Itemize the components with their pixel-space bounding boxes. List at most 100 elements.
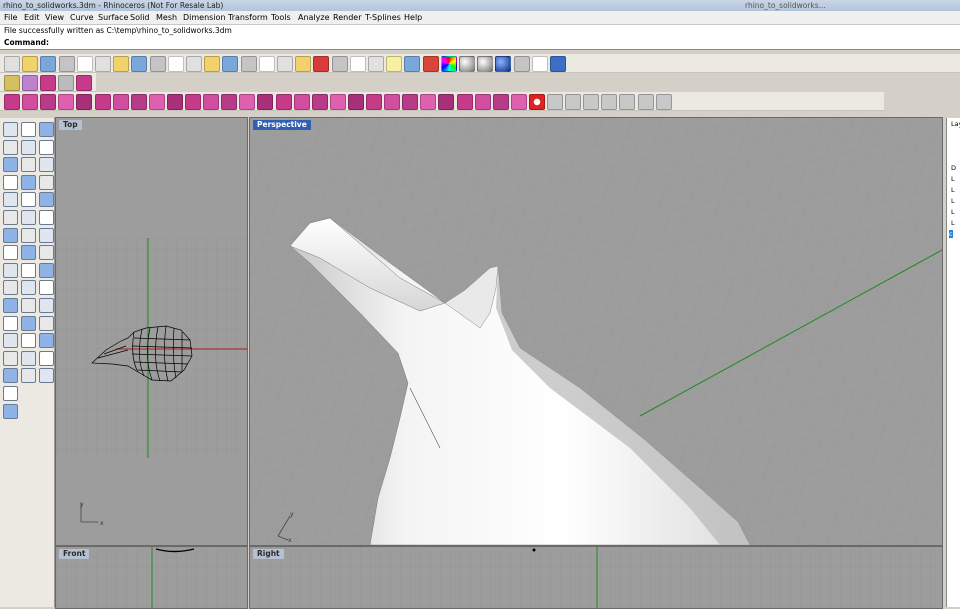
tsplines-cylinder-icon[interactable] [40,94,57,110]
wire-icon[interactable] [331,56,348,72]
point-icon[interactable] [3,122,18,137]
sphere-shade-icon[interactable] [459,56,475,72]
tsplines-pipe-icon[interactable] [311,94,328,110]
new-icon[interactable] [4,56,20,72]
tsplines-plane-icon[interactable] [58,94,75,110]
zoom-extents-icon[interactable] [240,56,257,72]
layer-row[interactable]: L [951,186,955,194]
tsplines-fill-icon[interactable] [239,94,256,110]
offset-icon[interactable] [39,245,54,261]
group-icon[interactable] [21,280,36,296]
polygon-icon[interactable] [40,75,56,91]
layer-row[interactable]: D [951,164,956,172]
tsplines-subdivide-icon[interactable] [185,94,201,110]
tsplines-uv-icon[interactable] [402,94,419,110]
blend-icon[interactable] [39,227,54,243]
grid-icon[interactable] [21,368,36,384]
menu-item-tools[interactable]: Tools [271,11,291,24]
tsplines-append-icon[interactable] [166,94,183,110]
car-icon[interactable] [313,56,330,72]
history-icon[interactable] [3,403,18,419]
zoom-window-icon[interactable] [222,56,239,72]
four-view-icon[interactable] [295,56,312,72]
help-icon[interactable] [550,56,566,72]
move-icon[interactable] [39,280,54,296]
polygon-icon[interactable] [3,174,18,190]
menu-item-solid[interactable]: Solid [130,11,150,24]
rectangle-icon[interactable] [39,157,54,173]
perspective-canvas[interactable]: y x [250,118,942,545]
join-icon[interactable] [39,262,54,278]
color-wheel-icon[interactable] [440,56,457,72]
select-icon[interactable] [368,56,384,72]
layer-row[interactable]: L [951,197,955,205]
tsplines-box-icon[interactable] [4,94,20,110]
select-arrow-icon[interactable] [21,122,36,137]
menu-item-tsplines[interactable]: T-Splines [365,11,401,24]
tsplines-grow-icon[interactable] [438,94,455,110]
rotate-tool-icon[interactable] [21,298,36,313]
ellipse-icon[interactable] [21,157,36,173]
sweep-icon[interactable] [39,210,54,225]
copy-tool-icon[interactable] [3,298,18,313]
menu-item-edit[interactable]: Edit [24,11,40,24]
tsplines-thicken-icon[interactable] [293,94,310,110]
viewport-title-right[interactable]: Right [253,549,284,559]
zoom-selected-icon[interactable] [258,56,275,72]
boolean-icon[interactable] [39,315,54,331]
extrude-icon[interactable] [3,210,18,225]
layer-row[interactable]: L [951,175,955,183]
print-icon[interactable] [58,56,75,72]
hatch-icon[interactable] [3,350,18,366]
menu-item-file[interactable]: File [4,11,17,24]
layer-row[interactable]: L [951,219,955,227]
manipulator-icon[interactable] [547,94,563,110]
lock-icon[interactable] [404,56,421,72]
mesh-icon[interactable] [3,333,18,349]
scale-tool-icon[interactable] [39,298,54,313]
menu-item-mesh[interactable]: Mesh [156,11,177,24]
clipping-icon[interactable] [21,350,36,366]
star-icon[interactable] [22,75,38,91]
tool-icon[interactable] [531,56,548,72]
blue-sphere-icon[interactable] [495,56,512,72]
text-icon[interactable] [39,333,54,349]
tsplines-smooth-icon[interactable] [148,94,165,110]
split-icon[interactable] [21,262,36,278]
layer-row[interactable]: L [951,208,955,216]
tsplines-mode-icon[interactable] [510,94,527,110]
undo-icon[interactable] [149,56,166,72]
mirror-icon[interactable] [3,315,18,331]
tsplines-rail-icon[interactable] [347,94,364,110]
tsplines-edge-icon[interactable] [492,94,509,110]
explode-icon[interactable] [3,280,18,296]
menu-item-dimension[interactable]: Dimension [183,11,226,24]
rotate-view-icon[interactable] [277,56,293,72]
pink-gear-icon[interactable] [76,75,92,91]
tsplines-symmetry-icon[interactable] [275,94,292,110]
viewport-perspective[interactable]: y x Perspective [249,117,943,546]
tsplines-mirror-icon[interactable] [257,94,274,110]
tsplines-sphere-icon[interactable] [22,94,39,110]
top-view-canvas[interactable]: y x [56,118,247,545]
right-view-canvas[interactable] [250,547,942,608]
viewport-top[interactable]: y x Top [55,117,248,546]
tsplines-vertex-icon[interactable] [474,94,491,110]
chamfer-icon[interactable] [21,245,36,261]
zoom-icon[interactable] [204,56,221,72]
menu-item-transform[interactable]: Transform [228,11,268,24]
trim-icon[interactable] [3,262,18,278]
analyze-icon[interactable] [3,368,18,384]
open-icon[interactable] [22,56,39,72]
curve-icon[interactable] [3,139,18,155]
menu-item-analyze[interactable]: Analyze [298,11,330,24]
arc-icon[interactable] [3,157,18,173]
tsplines-select-icon[interactable] [420,94,437,110]
viewport-title-front[interactable]: Front [59,549,90,559]
up-arrow-icon[interactable] [637,94,654,110]
layer-icon[interactable] [422,56,439,72]
menu-item-render[interactable]: Render [333,11,361,24]
sphere-icon[interactable] [39,174,54,190]
menu-item-view[interactable]: View [45,11,64,24]
pan-icon[interactable] [167,56,184,72]
